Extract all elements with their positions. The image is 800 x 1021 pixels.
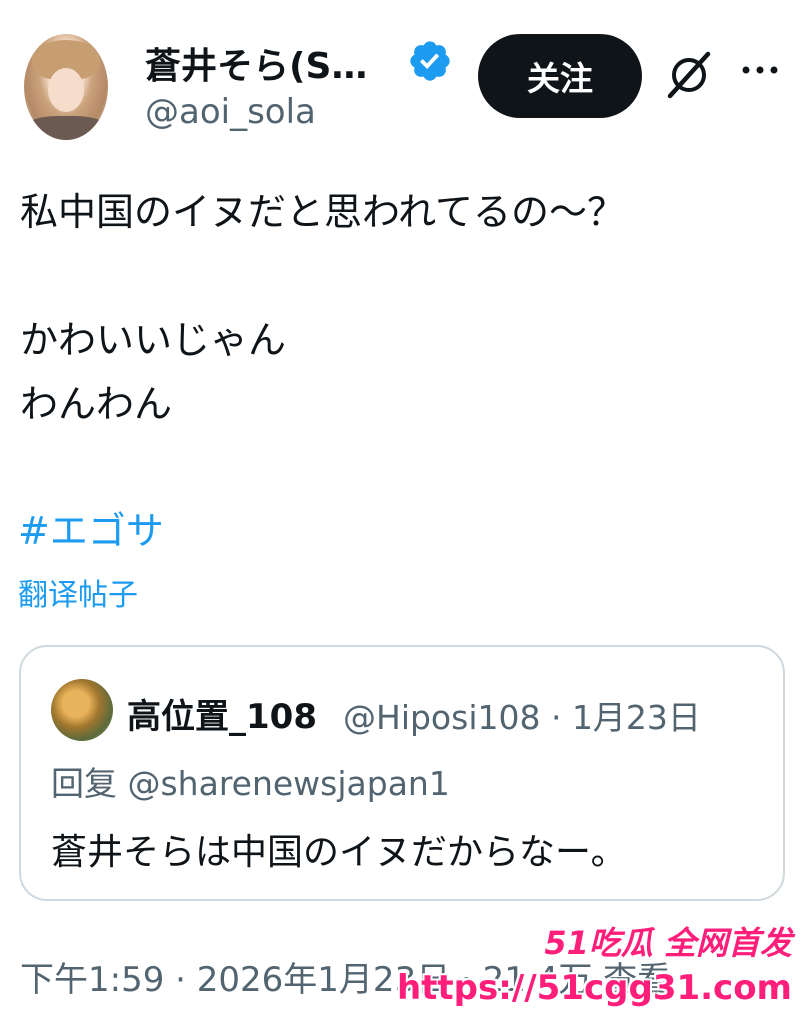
avatar-face — [48, 68, 84, 112]
avatar-shoulder — [24, 116, 108, 140]
author-display-name[interactable]: 蒼井そら(S… — [145, 37, 367, 89]
author-avatar[interactable] — [24, 34, 108, 140]
quote-author-avatar[interactable] — [51, 679, 113, 741]
watermark-brand: 51吃瓜 全网首发 — [544, 924, 792, 962]
follow-button[interactable]: 关注 — [478, 34, 642, 118]
watermark: 51吃瓜 全网首发 https://51cgg31.com — [397, 910, 800, 1021]
author-handle[interactable]: @aoi_sola — [145, 92, 316, 132]
more-dots-icon[interactable] — [740, 60, 780, 80]
quote-reply-to: 回复 @sharenewsjapan1 — [51, 764, 450, 803]
translate-post-link[interactable]: 翻译帖子 — [18, 570, 138, 614]
grok-icon[interactable] — [664, 50, 714, 100]
watermark-url: https://51cgg31.com — [396, 968, 792, 1008]
quote-text: 蒼井そらは中国のイヌだからなー。 — [51, 832, 627, 873]
post-text: 私中国のイヌだと思われてるの〜？ かわいいじゃん わんわん — [20, 190, 625, 426]
verified-badge-icon — [410, 41, 450, 81]
quoted-post-card[interactable]: 高位置_108 @Hiposi108 · 1月23日 回复 @sharenews… — [19, 645, 785, 901]
quote-author-meta: @Hiposi108 · 1月23日 — [343, 698, 701, 737]
hashtag-link[interactable]: #エゴサ — [18, 500, 164, 555]
post-header: 蒼井そら(S… @aoi_sola 关注 — [0, 0, 800, 150]
quote-author-name[interactable]: 高位置_108 — [127, 689, 317, 738]
